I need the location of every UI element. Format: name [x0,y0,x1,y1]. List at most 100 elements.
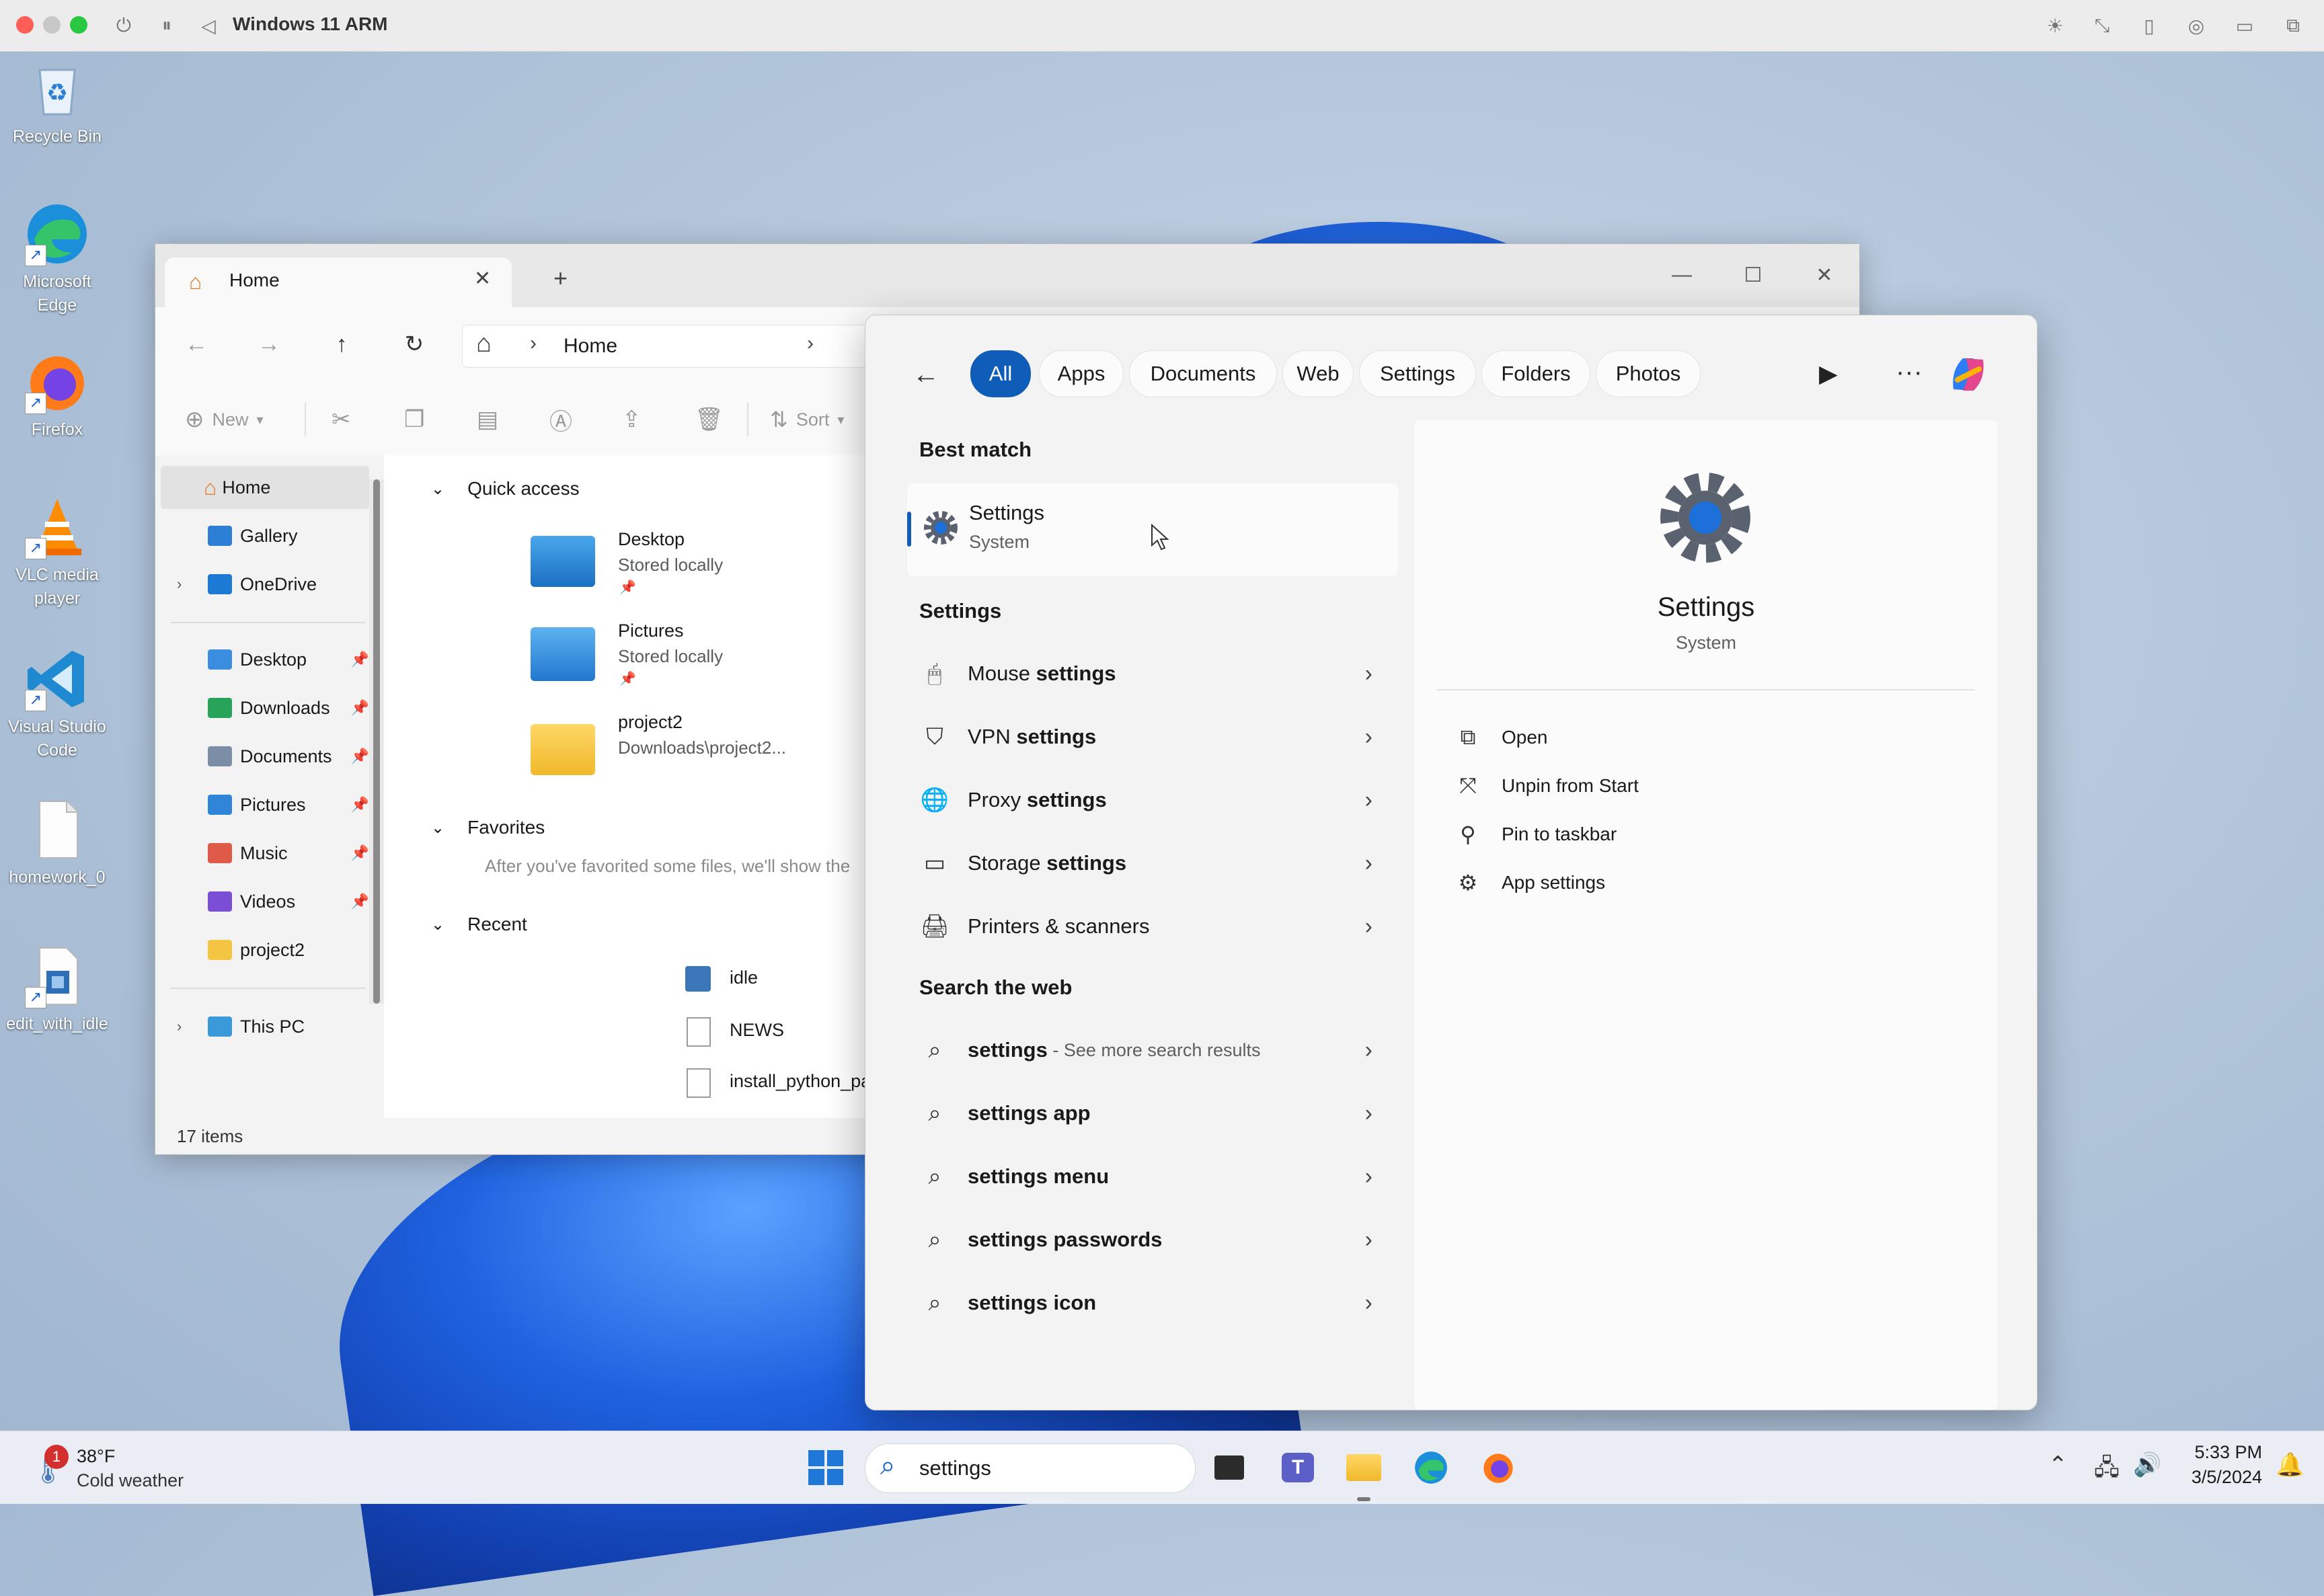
desktop-icon-homework[interactable]: homework_0 [0,797,114,889]
web-result[interactable]: ⌕ settings icon › [907,1273,1398,1333]
sort-button[interactable]: ⇅ Sort ▾ [770,403,844,436]
web-result[interactable]: ⌕ settings - See more search results › [907,1020,1398,1080]
web-result[interactable]: ⌕ settings menu › [907,1146,1398,1207]
pictures-folder-icon[interactable] [531,627,595,681]
nav-item-videos[interactable]: Videos 📌 [161,880,369,923]
pause-icon[interactable]: ⏸ [153,12,180,39]
more-options-icon[interactable]: ··· [1896,357,1923,387]
maximize-button[interactable]: ☐ [1733,255,1773,295]
nav-item-desktop[interactable]: Desktop 📌 [161,638,369,681]
nav-item-project2[interactable]: project2 [161,928,369,971]
chevron-right-icon[interactable]: › [177,1018,208,1035]
chevron-up-icon[interactable]: ⌃ [2048,1451,2068,1478]
volume-icon[interactable]: 🔊 [2133,1451,2161,1478]
teams-icon[interactable]: T [1276,1446,1319,1489]
edge-taskbar-icon[interactable] [1409,1446,1452,1489]
nav-item-onedrive[interactable]: › OneDrive [161,563,369,606]
minimize-button[interactable]: — [1662,255,1702,295]
settings-result-mouse[interactable]: 🖱 Mouse settings › [907,643,1398,704]
desktop-icon-firefox[interactable]: ↗ Firefox [0,350,114,442]
recent-item[interactable]: idle [730,967,758,988]
new-tab-button[interactable]: + [553,264,568,292]
desktop-icon-edge[interactable]: ↗ Microsoft Edge [0,202,114,317]
settings-result-storage[interactable]: ▭ Storage settings › [907,833,1398,893]
quick-access-header[interactable]: ⌄ Quick access [431,478,580,500]
close-window-button[interactable]: ✕ [1804,255,1845,295]
breadcrumb-chevron-icon[interactable]: › [807,332,814,355]
desktop-icon-edit-with-idle[interactable]: ↗ edit_with_idle [0,944,114,1036]
copy-icon[interactable]: ❐ [404,403,424,436]
action-app-settings[interactable]: ⚙ App settings [1455,859,1605,907]
filter-photos[interactable]: Photos [1596,350,1701,397]
notification-bell-icon[interactable]: 🔔 [2276,1451,2304,1478]
nav-item-gallery[interactable]: Gallery [161,514,369,557]
weather-widget[interactable]: 🌡 1 38°F Cold weather [27,1445,229,1493]
qa-item-name[interactable]: Pictures [618,621,684,641]
web-result[interactable]: ⌕ settings app › [907,1083,1398,1144]
folder-share-icon[interactable]: ▭ [2231,12,2258,39]
explorer-tab-home[interactable]: ⌂ Home ✕ [165,257,512,307]
copilot-icon[interactable] [1944,350,1992,399]
settings-result-printers[interactable]: 🖨 Printers & scanners › [907,896,1398,957]
nav-item-music[interactable]: Music 📌 [161,832,369,875]
power-icon[interactable]: ⏻ [110,12,137,39]
play-icon[interactable]: ▶ [1819,360,1838,388]
share-icon[interactable]: ⇪ [622,403,642,436]
breadcrumb[interactable]: Home [564,335,617,358]
filter-apps[interactable]: Apps [1039,350,1124,397]
settings-result-proxy[interactable]: 🌐 Proxy settings › [907,770,1398,830]
action-pin-to-taskbar[interactable]: ⚲ Pin to taskbar [1455,810,1617,859]
back-arrow-icon[interactable]: ← [913,360,939,390]
desktop-icon-vlc[interactable]: ↗ VLC media player [0,495,114,610]
new-button[interactable]: ⊕ New ▾ [185,403,264,436]
start-button[interactable] [804,1446,847,1489]
nav-item-pictures[interactable]: Pictures 📌 [161,783,369,826]
settings-result-vpn[interactable]: ⛉ VPN settings › [907,707,1398,767]
desktop-folder-icon[interactable] [531,536,595,587]
filter-all[interactable]: All [970,350,1031,397]
up-arrow-icon[interactable]: ↑ [325,327,358,361]
desktop-icon-vscode[interactable]: ↗ Visual Studio Code [0,647,114,762]
qa-item-name[interactable]: Desktop [618,529,685,550]
network-icon[interactable]: 🖧 [2094,1451,2120,1490]
chevron-right-icon[interactable]: › [177,575,208,593]
paste-icon[interactable]: ▤ [477,403,498,436]
task-view-icon[interactable] [1208,1446,1251,1489]
close-tab-icon[interactable]: ✕ [474,267,491,290]
filter-web[interactable]: Web [1282,350,1354,397]
nav-item-this-pc[interactable]: › This PC [161,1005,369,1048]
desktop-icon-recycle-bin[interactable]: ♻ Recycle Bin [0,56,114,149]
search-input-value[interactable]: settings [919,1456,991,1480]
forward-arrow-icon[interactable]: → [252,327,286,361]
web-result[interactable]: ⌕ settings passwords › [907,1209,1398,1270]
file-explorer-taskbar-icon[interactable] [1342,1446,1385,1489]
windows-icon[interactable]: ⧉ [2280,12,2307,39]
cut-icon[interactable]: ✂ [332,403,351,436]
nav-item-home[interactable]: ⌂ Home [161,466,369,509]
usb-icon[interactable]: ▯ [2136,12,2163,39]
taskbar-search-box[interactable]: ⌕ settings [865,1443,1196,1493]
back-icon[interactable]: ◁ [195,12,222,39]
qa-item-name[interactable]: project2 [618,712,683,733]
filter-documents[interactable]: Documents [1129,350,1277,397]
delete-icon[interactable]: 🗑 [695,403,724,436]
folder-icon[interactable] [531,724,595,775]
rename-icon[interactable]: Ⓐ [549,403,572,436]
favorites-header[interactable]: ⌄ Favorites [431,817,545,838]
clock[interactable]: 5:33 PM 3/5/2024 [2184,1442,2262,1488]
refresh-icon[interactable]: ↻ [397,327,431,361]
nav-scrollbar-thumb[interactable] [373,479,380,1004]
action-unpin-from-start[interactable]: ⤧ Unpin from Start [1455,762,1639,810]
nav-item-downloads[interactable]: Downloads 📌 [161,686,369,729]
filter-folders[interactable]: Folders [1481,350,1590,397]
minimize-vm-button[interactable] [43,16,61,34]
recent-header[interactable]: ⌄ Recent [431,914,527,935]
camera-icon[interactable]: ◎ [2183,12,2210,39]
recent-item[interactable]: NEWS [730,1020,784,1041]
brightness-icon[interactable]: ☀ [2042,12,2068,39]
action-open[interactable]: ⧉ Open [1455,713,1548,762]
resize-icon[interactable]: ⤡ [2089,12,2116,39]
back-arrow-icon[interactable]: ← [180,327,213,361]
filter-settings[interactable]: Settings [1359,350,1476,397]
close-vm-button[interactable] [16,16,34,34]
